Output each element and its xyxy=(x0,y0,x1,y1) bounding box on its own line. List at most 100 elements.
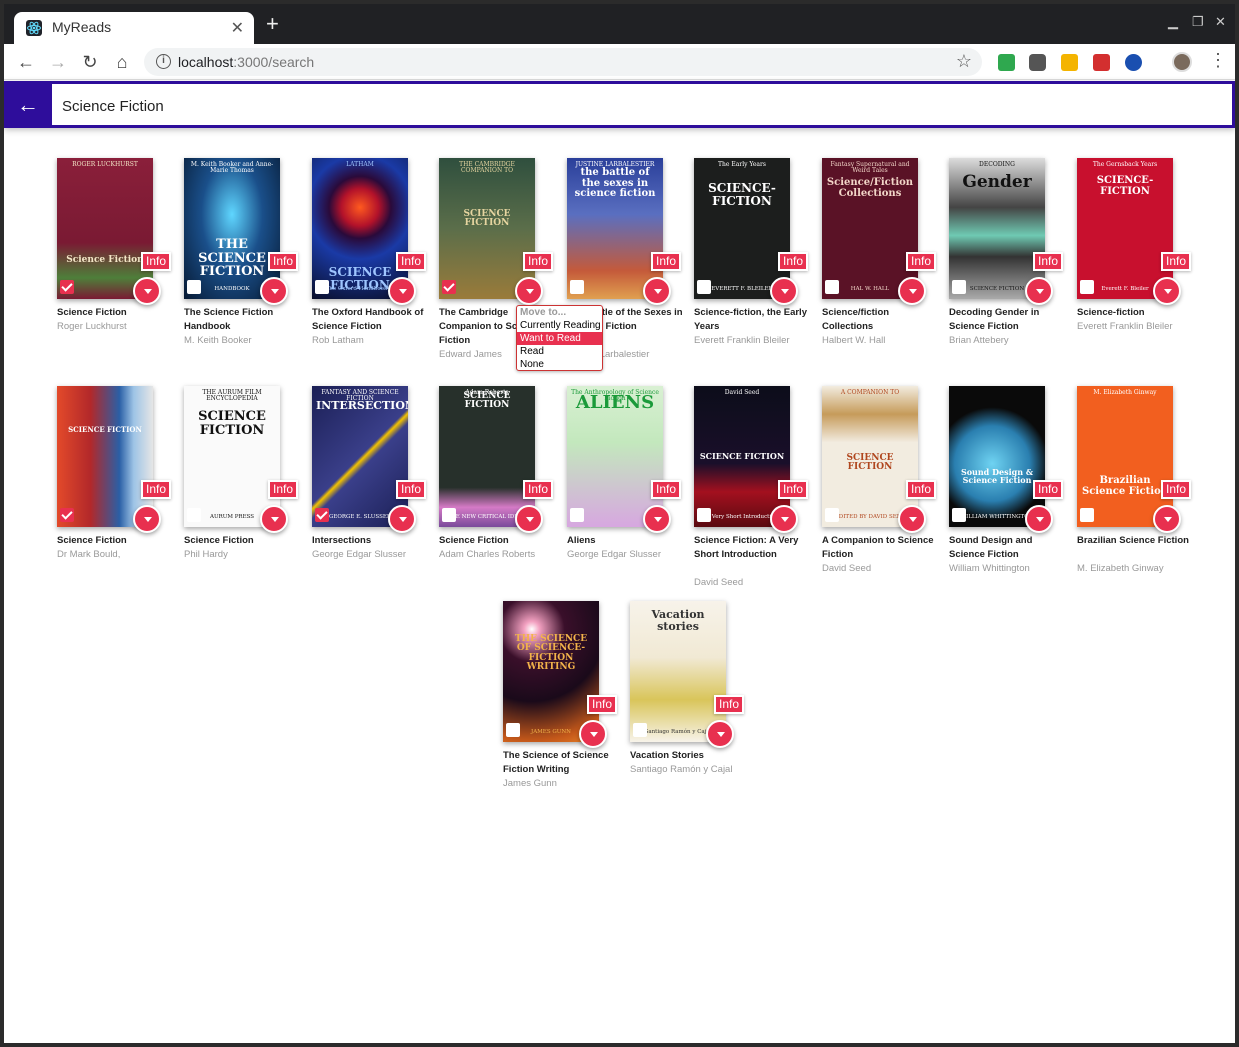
search-input[interactable] xyxy=(62,95,962,117)
menu-option-want-to-read[interactable]: Want to Read xyxy=(517,332,602,345)
maximize-icon[interactable]: ❐ xyxy=(1192,14,1204,30)
select-checkbox[interactable] xyxy=(442,280,456,294)
keep-icon[interactable] xyxy=(1061,54,1078,71)
shelf-changer-button[interactable] xyxy=(515,277,543,305)
book-cover[interactable]: Vacation stories Santiago Ramón y Cajal xyxy=(630,601,726,742)
reload-icon[interactable]: ↻ xyxy=(78,50,102,74)
book-cover[interactable]: The Early Years SCIENCE-FICTION EVERETT F.… xyxy=(694,158,790,299)
extension-icon-4[interactable] xyxy=(1093,54,1110,71)
book-cover[interactable]: M. Keith Booker and Anne-Marie Thomas THE… xyxy=(184,158,280,299)
shelf-changer-button[interactable] xyxy=(579,720,607,748)
menu-option-read[interactable]: Read xyxy=(517,345,602,358)
select-checkbox[interactable] xyxy=(633,723,647,737)
select-checkbox[interactable] xyxy=(570,508,584,522)
book-cover[interactable]: ROGER LUCKHURST Science Fiction xyxy=(57,158,153,299)
more-menu-icon[interactable]: ⋮ xyxy=(1209,50,1227,71)
info-button[interactable]: Info xyxy=(1161,480,1191,499)
info-button[interactable]: Info xyxy=(1161,252,1191,271)
book-cover[interactable]: M. Elizabeth Ginway Brazilian Science Fic… xyxy=(1077,386,1173,527)
shelf-changer-button[interactable] xyxy=(643,277,671,305)
shelf-changer-dropdown[interactable]: Move to... Currently Reading Want to Rea… xyxy=(516,305,603,371)
profile-avatar[interactable] xyxy=(1172,52,1192,72)
info-button[interactable]: Info xyxy=(396,252,426,271)
shelf-changer-button[interactable] xyxy=(388,505,416,533)
shelf-changer-button[interactable] xyxy=(260,277,288,305)
info-button[interactable]: Info xyxy=(651,252,681,271)
menu-option-none[interactable]: None xyxy=(517,358,602,371)
shelf-changer-button[interactable] xyxy=(770,505,798,533)
select-checkbox[interactable] xyxy=(697,508,711,522)
book-cover[interactable]: Sound Design & Science Fiction WILLIAM WH… xyxy=(949,386,1045,527)
select-checkbox[interactable] xyxy=(570,280,584,294)
book-cover[interactable]: LATHAM SCIENCE FICTION The Oxford Handbook… xyxy=(312,158,408,299)
book-cover[interactable]: THE AURUM FILM ENCYCLOPEDIA SCIENCE FICTI… xyxy=(184,386,280,527)
shelf-changer-button[interactable] xyxy=(388,277,416,305)
shelf-changer-button[interactable] xyxy=(770,277,798,305)
address-bar[interactable]: i localhost:3000/search ☆ xyxy=(144,48,982,76)
select-checkbox[interactable] xyxy=(315,508,329,522)
shelf-changer-button[interactable] xyxy=(260,505,288,533)
close-window-icon[interactable]: ✕ xyxy=(1215,14,1226,30)
book-cover[interactable]: David Seed SCIENCE FICTION A Very Short In… xyxy=(694,386,790,527)
shelf-changer-button[interactable] xyxy=(1025,505,1053,533)
select-checkbox[interactable] xyxy=(1080,508,1094,522)
back-icon[interactable]: ← xyxy=(14,50,38,74)
info-button[interactable]: Info xyxy=(906,252,936,271)
book-cover[interactable]: JUSTINE LARBALESTIER the battle of the se… xyxy=(567,158,663,299)
info-button[interactable]: Info xyxy=(268,480,298,499)
bookmark-star-icon[interactable]: ☆ xyxy=(956,51,972,72)
info-button[interactable]: Info xyxy=(778,252,808,271)
select-checkbox[interactable] xyxy=(825,280,839,294)
select-checkbox[interactable] xyxy=(1080,280,1094,294)
shelf-changer-button[interactable] xyxy=(515,505,543,533)
book-cover[interactable]: THE CAMBRIDGE COMPANION TO SCIENCE FICTIO… xyxy=(439,158,535,299)
info-button[interactable]: Info xyxy=(396,480,426,499)
book-cover[interactable]: THE SCIENCE OF SCIENCE-FICTION WRITING JA… xyxy=(503,601,599,742)
menu-option-currently-reading[interactable]: Currently Reading xyxy=(517,319,602,332)
extension-icon-5[interactable] xyxy=(1125,54,1142,71)
info-button[interactable]: Info xyxy=(523,480,553,499)
info-button[interactable]: Info xyxy=(778,480,808,499)
select-checkbox[interactable] xyxy=(315,280,329,294)
browser-tab[interactable]: MyReads ✕ xyxy=(14,12,254,44)
info-button[interactable]: Info xyxy=(906,480,936,499)
select-checkbox[interactable] xyxy=(952,280,966,294)
select-checkbox[interactable] xyxy=(506,723,520,737)
book-cover[interactable]: SCIENCE FICTION xyxy=(57,386,153,527)
new-tab-icon[interactable]: + xyxy=(266,13,279,35)
info-button[interactable]: Info xyxy=(268,252,298,271)
info-button[interactable]: Info xyxy=(523,252,553,271)
book-cover[interactable]: The Anthropology of Science Fiction ALIEN… xyxy=(567,386,663,527)
shelf-changer-button[interactable] xyxy=(1025,277,1053,305)
shelf-changer-button[interactable] xyxy=(1153,277,1181,305)
select-checkbox[interactable] xyxy=(952,508,966,522)
close-tab-icon[interactable]: ✕ xyxy=(231,18,244,38)
select-checkbox[interactable] xyxy=(60,280,74,294)
info-button[interactable]: Info xyxy=(141,252,171,271)
select-checkbox[interactable] xyxy=(187,280,201,294)
info-button[interactable]: Info xyxy=(587,695,617,714)
forward-icon[interactable]: → xyxy=(46,50,70,74)
shelf-changer-button[interactable] xyxy=(898,277,926,305)
info-button[interactable]: Info xyxy=(1033,480,1063,499)
book-cover[interactable]: DECODING Gender SCIENCE FICTION xyxy=(949,158,1045,299)
shelf-changer-button[interactable] xyxy=(643,505,671,533)
book-cover[interactable]: Adam Roberts SCIENCE FICTION THE NEW CRITI… xyxy=(439,386,535,527)
select-checkbox[interactable] xyxy=(60,508,74,522)
pocket-icon[interactable] xyxy=(1029,54,1046,71)
select-checkbox[interactable] xyxy=(187,508,201,522)
info-button[interactable]: Info xyxy=(1033,252,1063,271)
close-search-button[interactable]: ← xyxy=(4,81,52,128)
select-checkbox[interactable] xyxy=(442,508,456,522)
book-cover[interactable]: FANTASY AND SCIENCE FICTIONINTERSECTIONS… xyxy=(312,386,408,527)
book-cover[interactable]: Fantasy Supernatural and Weird Tales Scie… xyxy=(822,158,918,299)
home-icon[interactable]: ⌂ xyxy=(110,50,134,74)
shelf-changer-button[interactable] xyxy=(133,277,161,305)
shelf-changer-button[interactable] xyxy=(706,720,734,748)
site-info-icon[interactable]: i xyxy=(156,54,171,69)
extension-icon-1[interactable] xyxy=(998,54,1015,71)
book-cover[interactable]: A COMPANION TO SCIENCE FICTION EDITED BY D… xyxy=(822,386,918,527)
shelf-changer-button[interactable] xyxy=(1153,505,1181,533)
book-cover[interactable]: The Gernsback Years SCIENCE-FICTION Everet… xyxy=(1077,158,1173,299)
select-checkbox[interactable] xyxy=(697,280,711,294)
